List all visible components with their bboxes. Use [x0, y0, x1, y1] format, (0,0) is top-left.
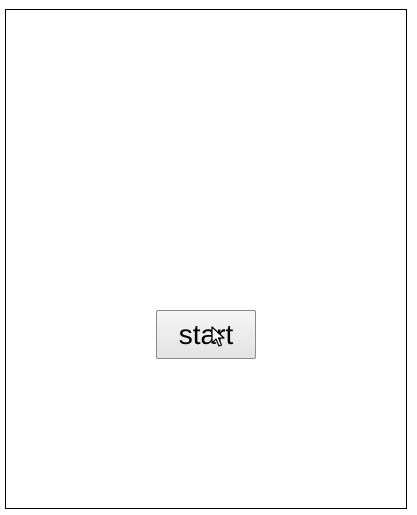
- mouse-cursor-icon: [211, 326, 225, 347]
- canvas-frame: start: [5, 9, 407, 509]
- start-button[interactable]: start: [156, 310, 256, 359]
